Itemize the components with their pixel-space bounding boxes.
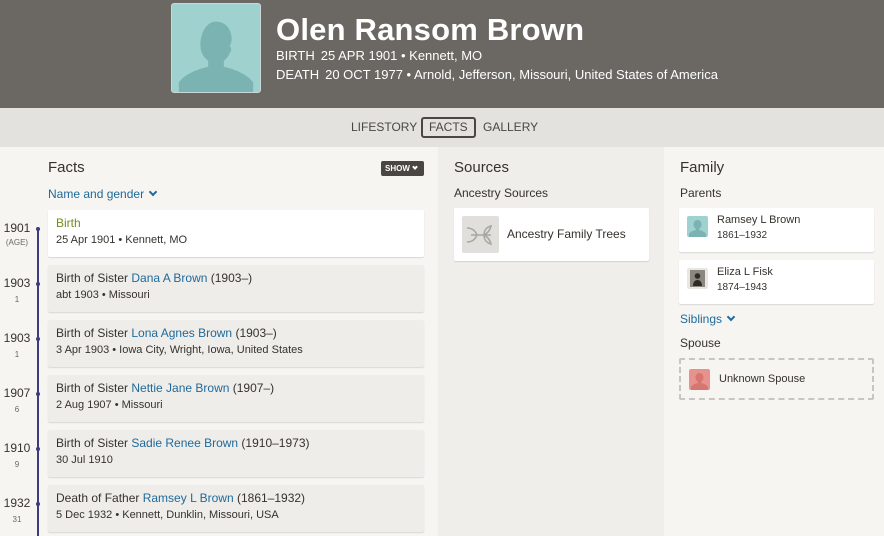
parent-name: Ramsey L Brown xyxy=(717,214,801,226)
timeline-age: (AGE) xyxy=(5,238,29,247)
spouse-card[interactable]: Unknown Spouse xyxy=(679,358,874,400)
timeline-dot xyxy=(36,227,40,231)
fact-type: Birth xyxy=(56,216,81,230)
facts-column: Facts SHOW Name and gender 1901 (AGE) Bi… xyxy=(0,147,438,536)
spouse-name: Unknown Spouse xyxy=(719,373,806,385)
timeline-age: 1 xyxy=(14,295,20,304)
name-gender-label: Name and gender xyxy=(48,187,145,201)
fact-detail: 2 Aug 1907 • Missouri xyxy=(56,399,163,411)
female-avatar-icon xyxy=(689,369,710,390)
parent-name: Eliza L Fisk xyxy=(717,266,773,278)
sources-column: Sources Ancestry Sources xyxy=(438,147,664,536)
fact-dates: (1861–1932) xyxy=(233,491,306,505)
fact-prefix: Death of Father xyxy=(56,491,143,505)
facts-title: Facts xyxy=(48,159,85,176)
fact-prefix: Birth of Sister xyxy=(56,271,132,285)
parent-dates: 1861–1932 xyxy=(717,230,768,241)
fact-prefix: Birth of Sister xyxy=(56,326,132,340)
timeline-year: 1903 xyxy=(3,276,31,290)
fact-dates: (1907–) xyxy=(229,381,275,395)
timeline-dot xyxy=(36,337,40,341)
fact-card-birth[interactable]: Birth 25 Apr 1901 • Kennett, MO xyxy=(48,210,424,257)
birth-label: BIRTH xyxy=(276,48,315,63)
fact-dates: (1910–1973) xyxy=(238,436,310,450)
fact-title: Birth of Sister Lona Agnes Brown (1903–) xyxy=(56,326,416,342)
timeline-age: 1 xyxy=(14,350,20,359)
source-label: Ancestry Family Trees xyxy=(507,227,626,241)
timeline-dot xyxy=(36,282,40,286)
fact-detail: 30 Jul 1910 xyxy=(56,454,113,466)
photo-thumbnail-icon xyxy=(687,268,708,289)
birth-value: 25 APR 1901 • Kennett, MO xyxy=(320,48,483,63)
fact-detail: 5 Dec 1932 • Kennett, Dunklin, Missouri,… xyxy=(56,509,279,521)
fact-title: Birth of Sister Sadie Renee Brown (1910–… xyxy=(56,436,416,452)
family-column: Family Parents Siblings Spouse xyxy=(664,147,884,536)
timeline-year: 1907 xyxy=(3,386,31,400)
timeline-year: 1932 xyxy=(3,496,31,510)
fact-title: Birth of Sister Nettie Jane Brown (1907–… xyxy=(56,381,416,397)
fact-person-link[interactable]: Nettie Jane Brown xyxy=(131,381,229,395)
death-value: 20 OCT 1977 • Arnold, Jefferson, Missour… xyxy=(325,67,718,82)
name-gender-toggle[interactable]: Name and gender xyxy=(48,187,158,201)
fact-detail: 3 Apr 1903 • Iowa City, Wright, Iowa, Un… xyxy=(56,344,303,356)
chevron-down-icon xyxy=(412,164,418,170)
fact-prefix: Birth of Sister xyxy=(56,381,132,395)
person-header: Olen Ransom Brown BIRTH 25 APR 1901 • Ken… xyxy=(0,0,884,108)
fact-prefix: Birth of Sister xyxy=(56,436,132,450)
fact-person-link[interactable]: Sadie Renee Brown xyxy=(131,436,238,450)
timeline-age: 9 xyxy=(14,460,20,469)
tab-bar: LIFESTORY FACTS GALLERY xyxy=(0,108,884,147)
chevron-down-icon xyxy=(726,312,736,322)
profile-photo[interactable] xyxy=(171,3,261,93)
timeline-year: 1910 xyxy=(3,441,31,455)
leaf-icon xyxy=(462,216,499,253)
male-avatar-icon xyxy=(687,216,708,237)
fact-person-link[interactable]: Ramsey L Brown xyxy=(143,491,234,505)
chevron-down-icon xyxy=(148,187,158,197)
fact-card[interactable]: Birth of Sister Sadie Renee Brown (1910–… xyxy=(48,430,424,477)
fact-person-link[interactable]: Lona Agnes Brown xyxy=(131,326,232,340)
spouse-label: Spouse xyxy=(680,336,721,350)
fact-dates: (1903–) xyxy=(207,271,253,285)
fact-dates: (1903–) xyxy=(232,326,277,340)
timeline-age: 31 xyxy=(12,515,22,524)
timeline-line xyxy=(37,229,39,536)
fact-card[interactable]: Birth of Sister Dana A Brown (1903–) abt… xyxy=(48,265,424,312)
siblings-label: Siblings xyxy=(680,312,723,326)
timeline-year: 1901 xyxy=(3,221,31,235)
family-title: Family xyxy=(680,159,725,176)
tab-facts[interactable]: FACTS xyxy=(421,117,476,138)
fact-title: Birth of Sister Dana A Brown (1903–) xyxy=(56,271,416,287)
death-label: DEATH xyxy=(276,67,320,82)
fact-detail: 25 Apr 1901 • Kennett, MO xyxy=(56,234,188,246)
timeline-dot xyxy=(36,392,40,396)
male-silhouette-icon xyxy=(178,21,254,92)
tab-gallery[interactable]: GALLERY xyxy=(476,117,545,138)
parents-label: Parents xyxy=(680,186,722,200)
show-button-label: SHOW xyxy=(385,164,410,173)
source-card[interactable]: Ancestry Family Trees xyxy=(454,208,649,261)
parent-dates: 1874–1943 xyxy=(717,282,768,293)
fact-card[interactable]: Birth of Sister Nettie Jane Brown (1907–… xyxy=(48,375,424,422)
parent-card-father[interactable]: Ramsey L Brown 1861–1932 xyxy=(679,208,874,252)
tab-lifestory[interactable]: LIFESTORY xyxy=(344,117,424,138)
fact-card[interactable]: Death of Father Ramsey L Brown (1861–193… xyxy=(48,485,424,532)
birth-line: BIRTH 25 APR 1901 • Kennett, MO xyxy=(276,48,482,63)
fact-title: Death of Father Ramsey L Brown (1861–193… xyxy=(56,491,416,507)
sources-subtitle: Ancestry Sources xyxy=(454,186,549,200)
fact-person-link[interactable]: Dana A Brown xyxy=(131,271,207,285)
fact-title: Birth xyxy=(56,216,416,232)
timeline-age: 6 xyxy=(14,405,20,414)
timeline-dot xyxy=(36,447,40,451)
siblings-toggle[interactable]: Siblings xyxy=(680,312,736,326)
fact-detail: abt 1903 • Missouri xyxy=(56,289,150,301)
parent-card-mother[interactable]: Eliza L Fisk 1874–1943 xyxy=(679,260,874,304)
sources-title: Sources xyxy=(454,159,510,176)
timeline-dot xyxy=(36,502,40,506)
person-name: Olen Ransom Brown xyxy=(276,12,585,47)
death-line: DEATH 20 OCT 1977 • Arnold, Jefferson, Mi… xyxy=(276,67,718,82)
show-button[interactable]: SHOW xyxy=(381,161,424,176)
timeline-year: 1903 xyxy=(3,331,31,345)
fact-card[interactable]: Birth of Sister Lona Agnes Brown (1903–)… xyxy=(48,320,424,367)
